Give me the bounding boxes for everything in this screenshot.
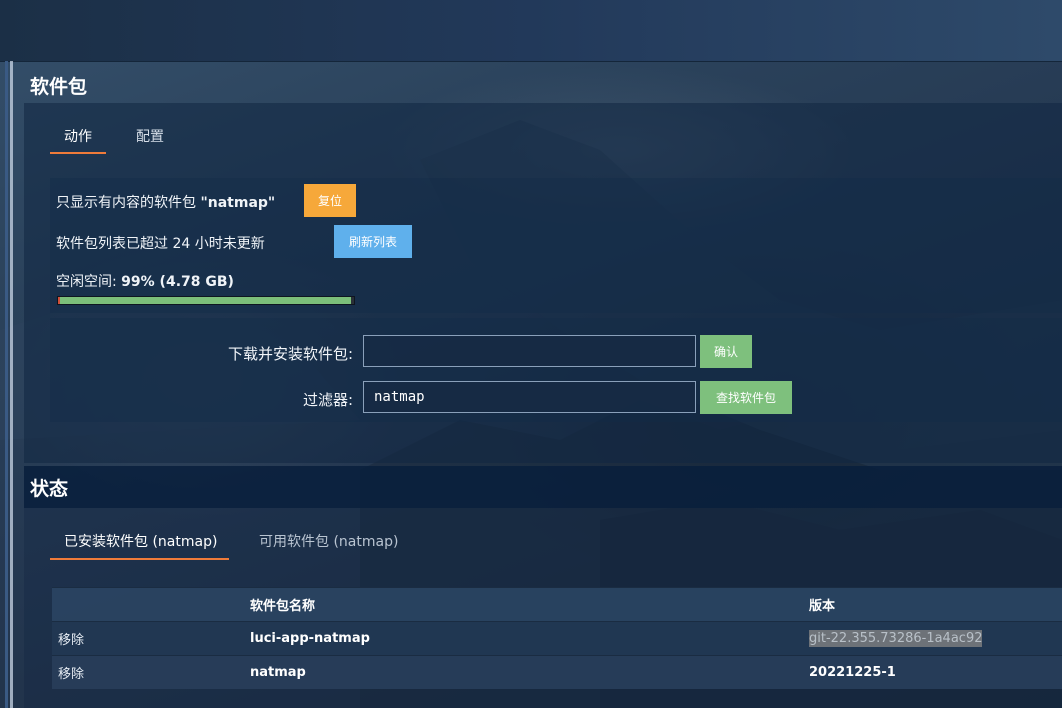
used-space-marker — [58, 297, 60, 304]
filter-notice-value: "natmap" — [200, 195, 276, 211]
package-version: 20221225-1 — [803, 655, 1062, 689]
installed-packages-table: 软件包名称 版本 移除 luci-app-natmap git-22.355.7… — [52, 587, 1062, 689]
status-section-title: 状态 — [30, 478, 69, 500]
reset-button[interactable]: 复位 — [304, 184, 356, 217]
confirm-button[interactable]: 确认 — [700, 335, 752, 368]
free-space-text: 空闲空间: 99% (4.78 GB) — [56, 271, 234, 291]
free-space-progress-fill — [58, 297, 352, 304]
remove-link[interactable]: 移除 — [52, 621, 244, 656]
remove-link[interactable]: 移除 — [52, 655, 244, 689]
status-title-bar — [24, 466, 1062, 508]
package-version-text: git-22.355.73286-1a4ac92 — [809, 630, 983, 647]
tab-configuration[interactable]: 配置 — [136, 126, 164, 146]
free-space-label: 空闲空间: — [56, 274, 122, 290]
filter-input[interactable] — [363, 381, 696, 413]
left-border-accent — [5, 61, 8, 708]
list-outdated-notice: 软件包列表已超过 24 小时未更新 — [56, 236, 265, 252]
free-space-progress-bar — [57, 296, 355, 305]
package-version: git-22.355.73286-1a4ac92 — [803, 621, 1062, 656]
download-install-label: 下载并安装软件包: — [227, 345, 353, 363]
header-version: 版本 — [803, 587, 1062, 622]
header-action — [52, 587, 244, 622]
tab-available-packages[interactable]: 可用软件包 (natmap) — [259, 531, 398, 551]
header-package-name: 软件包名称 — [244, 587, 803, 622]
filter-notice: 只显示有内容的软件包 "natmap" — [56, 192, 275, 212]
package-name: luci-app-natmap — [244, 621, 803, 656]
left-border-line — [10, 61, 13, 708]
table-row: 移除 natmap 20221225-1 — [52, 655, 1062, 689]
package-name: natmap — [244, 655, 803, 689]
top-header-bar — [0, 0, 1062, 62]
free-space-value: 99% (4.78 GB) — [121, 274, 234, 290]
filter-label: 过滤器: — [302, 391, 353, 409]
refresh-list-button[interactable]: 刷新列表 — [334, 225, 412, 258]
packages-section-title: 软件包 — [30, 76, 88, 98]
tab-actions[interactable]: 动作 — [64, 126, 92, 146]
tab-actions-underline — [50, 152, 106, 154]
filter-notice-prefix: 只显示有内容的软件包 — [56, 195, 196, 211]
table-header-row: 软件包名称 版本 — [52, 587, 1062, 622]
find-packages-button[interactable]: 查找软件包 — [700, 381, 792, 414]
tab-installed-packages[interactable]: 已安装软件包 (natmap) — [64, 531, 217, 551]
tab-installed-underline — [50, 558, 229, 560]
table-row: 移除 luci-app-natmap git-22.355.73286-1a4a… — [52, 621, 1062, 656]
download-url-input[interactable] — [363, 335, 696, 367]
